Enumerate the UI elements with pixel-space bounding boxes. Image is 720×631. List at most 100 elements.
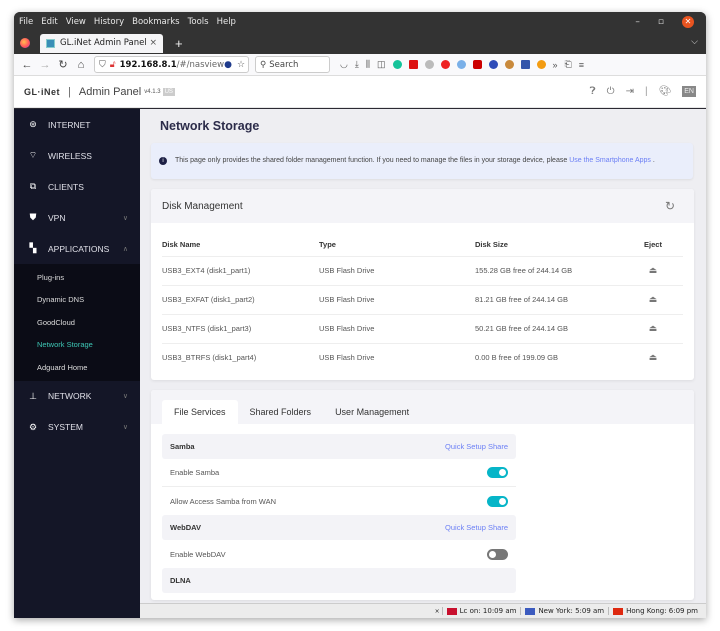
- eject-icon[interactable]: ⏏: [623, 314, 683, 344]
- language-button[interactable]: EN: [682, 86, 696, 97]
- page-title: Network Storage: [160, 119, 260, 133]
- hamburger-menu-icon[interactable]: ≡: [579, 60, 584, 70]
- network-icon: ⊥: [29, 390, 37, 401]
- eject-icon[interactable]: ⏏: [623, 343, 683, 372]
- ublock-icon[interactable]: [472, 60, 482, 69]
- monkey-icon[interactable]: [504, 60, 514, 69]
- enable-webdav-row: Enable WebDAV: [162, 540, 516, 568]
- browser-window: File Edit View History Bookmarks Tools H…: [14, 12, 706, 618]
- dlna-section-header: DLNA: [162, 568, 516, 593]
- favicon-icon: [46, 38, 55, 48]
- column-header-eject: Eject: [623, 233, 683, 257]
- power-icon[interactable]: ⏻: [607, 86, 615, 97]
- tab-shared-folders[interactable]: Shared Folders: [238, 400, 324, 424]
- extension-orange-icon[interactable]: [536, 60, 546, 69]
- sidebar-item-system[interactable]: ⚙ SYSTEM ∨: [14, 412, 140, 443]
- smartphone-apps-link[interactable]: Use the Smartphone Apps: [569, 157, 651, 164]
- block-icon[interactable]: [440, 60, 450, 69]
- sidebar-subitem-network-storage[interactable]: Network Storage: [14, 334, 140, 357]
- download-icon[interactable]: ⤓: [355, 59, 359, 70]
- enable-webdav-toggle[interactable]: [487, 548, 508, 560]
- link-icon[interactable]: [456, 60, 466, 69]
- sidebar-item-network[interactable]: ⊥ NETWORK ∨: [14, 381, 140, 412]
- menu-history[interactable]: History: [94, 17, 124, 27]
- back-button[interactable]: ←: [18, 59, 36, 71]
- sidebar-item-applications[interactable]: ▚ APPLICATIONS ∧: [14, 233, 140, 264]
- library-icon[interactable]: ⫼: [366, 59, 370, 70]
- tab-file-services[interactable]: File Services: [162, 400, 238, 424]
- extension-red-icon[interactable]: [408, 60, 418, 69]
- reload-button[interactable]: ↻: [54, 58, 72, 71]
- sidebar-item-clients[interactable]: ⧉ CLIENTS: [14, 171, 140, 202]
- grid-icon: ▚: [29, 243, 37, 253]
- sidebar-subitem-goodcloud[interactable]: GoodCloud: [14, 311, 140, 334]
- chevron-down-icon[interactable]: ⌵: [691, 36, 698, 47]
- grammarly-icon[interactable]: [392, 60, 402, 69]
- sidebar-item-internet[interactable]: ⊛ INTERNET: [14, 109, 140, 140]
- url-bar[interactable]: ⛉ 🔓︎ 192.168.8.1 /#/nasview ● ☆: [94, 56, 249, 73]
- chevron-up-icon: ∧: [122, 245, 128, 253]
- new-tab-button[interactable]: +: [175, 36, 183, 51]
- menu-help[interactable]: Help: [217, 17, 236, 27]
- overflow-icon[interactable]: »: [553, 60, 558, 70]
- sidebar-item-wireless[interactable]: ⌔ WIRELESS: [14, 140, 140, 171]
- globe-icon: ⊛: [29, 119, 37, 129]
- help-icon[interactable]: ❓︎: [590, 86, 596, 97]
- disk-management-title: Disk Management: [162, 200, 243, 212]
- minimize-button[interactable]: –: [635, 17, 640, 27]
- globe-ext-icon[interactable]: [488, 60, 498, 69]
- close-tab-icon[interactable]: ×: [149, 38, 157, 48]
- tab-user-management[interactable]: User Management: [323, 400, 421, 424]
- home-button[interactable]: ⌂: [72, 59, 90, 71]
- menu-view[interactable]: View: [66, 17, 86, 27]
- file-services-card: File Services Shared Folders User Manage…: [151, 390, 694, 600]
- url-path: /#/nasview: [176, 59, 225, 70]
- bookmark-star-icon[interactable]: ☆: [237, 60, 245, 70]
- enable-samba-toggle[interactable]: [487, 467, 508, 478]
- app-body: ⊛ INTERNET ⌔ WIRELESS ⧉ CLIENTS ⛊ VPN ∨ ▚ APPL…: [14, 109, 706, 618]
- pocket-icon[interactable]: ◡: [340, 59, 348, 70]
- search-input[interactable]: ⚲ Search: [255, 56, 330, 73]
- sidebar-subitem-plugins[interactable]: Plug-ins: [14, 266, 140, 289]
- samba-wan-row: Allow Access Samba from WAN: [162, 487, 516, 515]
- extension-icon[interactable]: ●: [224, 60, 232, 70]
- sidebar-item-vpn[interactable]: ⛊ VPN ∨: [14, 202, 140, 233]
- menu-file[interactable]: File: [19, 17, 33, 27]
- column-header-disk-size: Disk Size: [475, 233, 623, 257]
- tab-title: GL.iNet Admin Panel: [60, 38, 147, 48]
- gl-inet-logo: GL·iNet: [24, 86, 60, 97]
- menu-edit[interactable]: Edit: [41, 17, 57, 27]
- maximize-button[interactable]: ▫: [658, 17, 664, 27]
- us-flag-icon: [525, 607, 536, 615]
- extension-gray-icon[interactable]: [424, 60, 434, 69]
- search-placeholder: Search: [269, 59, 299, 70]
- shield-icon: ⛊: [29, 212, 37, 222]
- webdav-quick-setup-link[interactable]: Quick Setup Share: [445, 523, 508, 532]
- service-tabs: File Services Shared Folders User Manage…: [151, 390, 694, 424]
- refresh-icon[interactable]: ↻: [665, 199, 675, 213]
- sidebar: ⊛ INTERNET ⌔ WIRELESS ⧉ CLIENTS ⛊ VPN ∨ ▚ APPL…: [14, 109, 140, 618]
- browser-tab[interactable]: GL.iNet Admin Panel ×: [40, 33, 163, 53]
- eject-icon[interactable]: ⏏: [623, 256, 683, 286]
- theme-palette-icon[interactable]: 🎨︎: [659, 86, 672, 97]
- eject-icon[interactable]: ⏏: [623, 285, 683, 315]
- extensions-puzzle-icon[interactable]: ⎗: [565, 59, 572, 70]
- main-content: Network Storage i This page only provide…: [140, 109, 706, 618]
- close-clock-icon[interactable]: ×: [435, 608, 440, 615]
- disk-management-card: Disk Management ↻ Disk Name Type Disk Si…: [151, 189, 694, 380]
- sidebar-subitem-dynamic-dns[interactable]: Dynamic DNS: [14, 289, 140, 312]
- info-icon: i: [159, 157, 167, 165]
- samba-quick-setup-link[interactable]: Quick Setup Share: [445, 442, 508, 451]
- status-bar: × Lc on: 10:09 am New York: 5:09 am Hong…: [140, 603, 706, 618]
- logout-icon[interactable]: ⇥: [626, 86, 634, 97]
- info-alert: i This page only provides the shared fol…: [151, 143, 693, 179]
- checklist-icon[interactable]: [520, 60, 530, 69]
- menu-bookmarks[interactable]: Bookmarks: [132, 17, 180, 27]
- close-window-button[interactable]: ✕: [682, 16, 694, 28]
- applications-submenu: Plug-ins Dynamic DNS GoodCloud Network S…: [14, 264, 140, 381]
- sidebar-subitem-adguard-home[interactable]: Adguard Home: [14, 356, 140, 379]
- samba-wan-toggle[interactable]: [487, 495, 508, 507]
- sidebar-icon[interactable]: ◫: [377, 59, 386, 70]
- menu-tools[interactable]: Tools: [188, 17, 209, 27]
- forward-button[interactable]: →: [36, 59, 54, 71]
